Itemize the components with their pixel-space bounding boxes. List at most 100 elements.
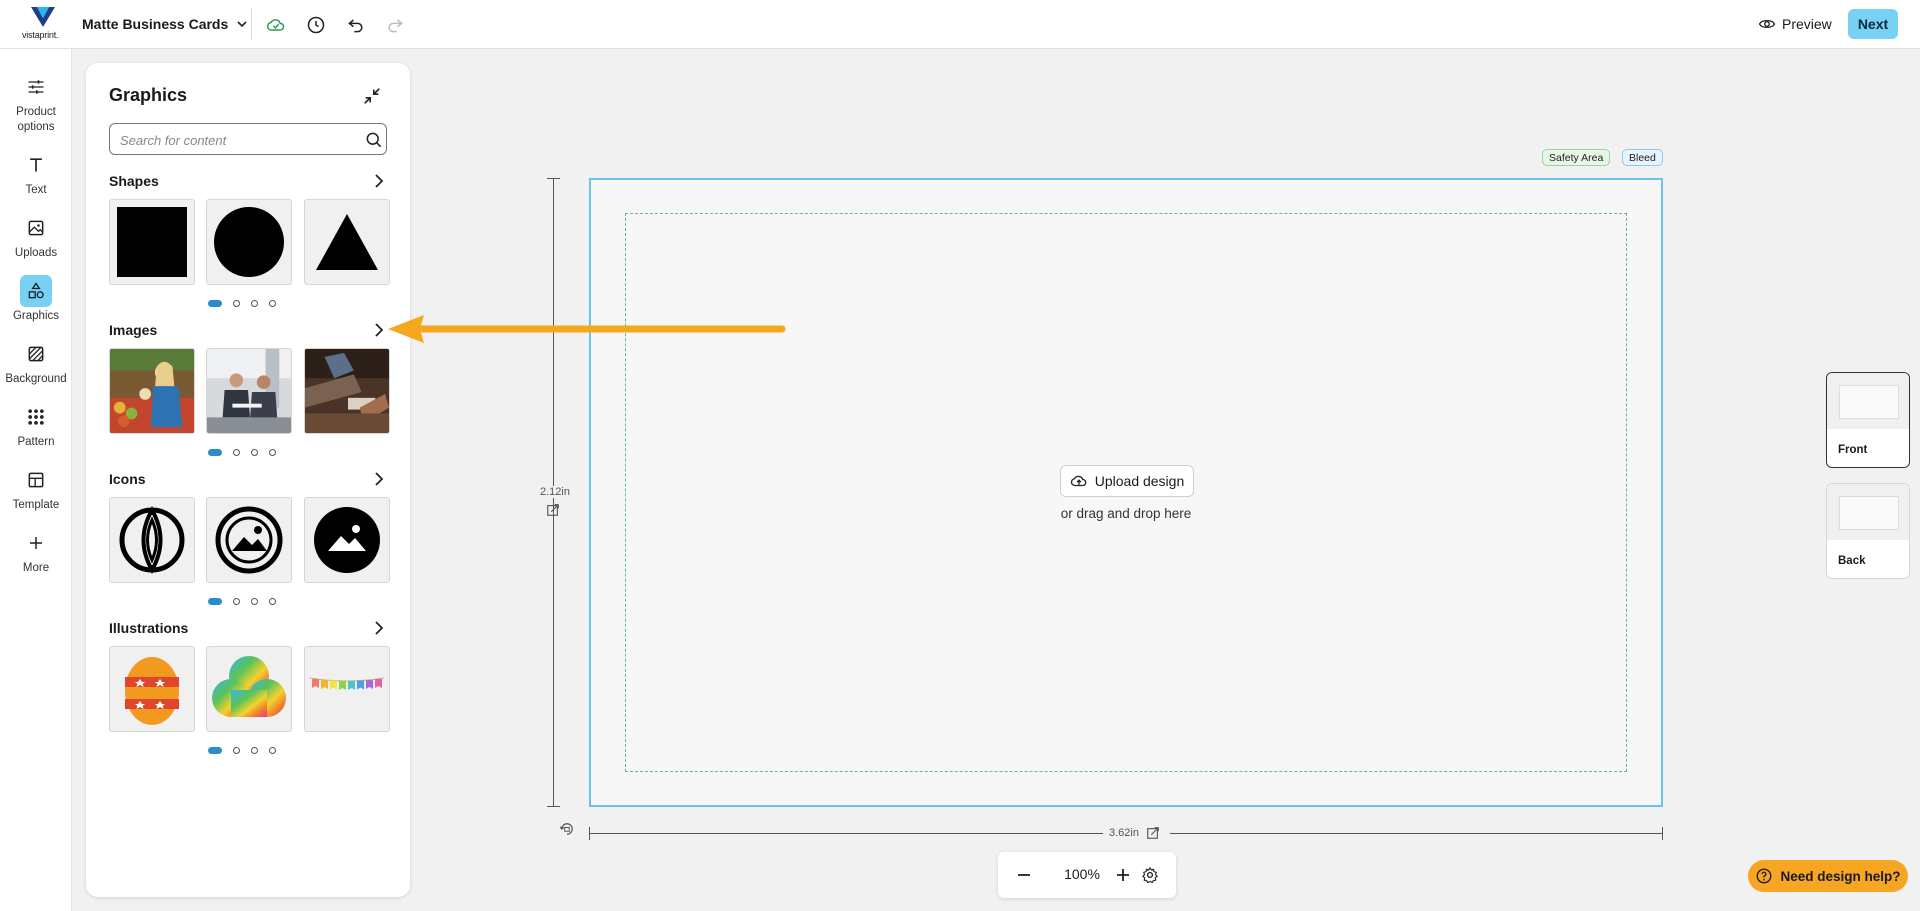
history-button[interactable]	[304, 13, 328, 37]
pager-dot[interactable]	[251, 449, 258, 456]
redo-button[interactable]	[383, 13, 407, 37]
pager-dot[interactable]	[251, 747, 258, 754]
plus-icon	[1117, 869, 1129, 881]
illustration-tile-bunting[interactable]	[304, 646, 390, 732]
pager-dot[interactable]	[208, 300, 222, 307]
search-input[interactable]	[120, 130, 350, 150]
clock-icon	[307, 16, 325, 34]
image-circle-outline-icon	[215, 506, 283, 574]
pager-dot[interactable]	[233, 598, 240, 605]
chevron-right-icon[interactable]	[371, 620, 387, 636]
shape-square-tile[interactable]	[109, 199, 195, 285]
image-upload-icon	[20, 212, 52, 244]
product-name: Matte Business Cards	[82, 16, 229, 32]
thumb-card	[1839, 496, 1899, 530]
edit-height-icon[interactable]	[546, 503, 560, 517]
rail-item-graphics[interactable]: Graphics	[0, 275, 72, 324]
workshop-photo-icon	[305, 349, 389, 433]
page-thumb-front[interactable]: Front	[1826, 372, 1910, 468]
shape-triangle-tile[interactable]	[304, 199, 390, 285]
image-tile-workshop[interactable]	[304, 348, 390, 434]
annotation-arrow-icon	[388, 315, 786, 343]
section-label: Shapes	[109, 173, 159, 189]
rail-item-background[interactable]: Background	[0, 338, 72, 387]
thumb-preview	[1827, 484, 1909, 540]
thumb-card	[1839, 385, 1899, 419]
rail-item-text[interactable]: Text	[0, 149, 72, 198]
rail-label: Background	[5, 373, 67, 385]
eye-icon	[1758, 19, 1776, 29]
chevron-right-icon[interactable]	[371, 471, 387, 487]
pager-dot[interactable]	[269, 449, 276, 456]
sliders-icon	[20, 71, 52, 103]
bleed-badge[interactable]: Bleed	[1622, 149, 1663, 166]
triangle-shape-icon	[316, 214, 378, 270]
illustration-tile-rainbow-cloud[interactable]	[206, 646, 292, 732]
rail-label: Uploads	[14, 247, 58, 259]
shape-circle-tile[interactable]	[206, 199, 292, 285]
zoom-level[interactable]: 100%	[1050, 866, 1114, 882]
zoom-settings-button[interactable]	[1139, 864, 1161, 886]
page-thumb-back[interactable]: Back	[1826, 483, 1910, 579]
safety-area-badge[interactable]: Safety Area	[1542, 149, 1611, 166]
square-shape-icon	[117, 207, 187, 277]
illustration-tile-easter-egg[interactable]	[109, 646, 195, 732]
width-ruler	[1170, 833, 1663, 834]
rail-item-uploads[interactable]: Uploads	[0, 212, 72, 261]
rail-label: Product options	[16, 106, 56, 133]
cloud-upload-icon	[1070, 475, 1087, 487]
pager-dot[interactable]	[233, 449, 240, 456]
section-label: Images	[109, 322, 158, 338]
rail-item-pattern[interactable]: Pattern	[0, 401, 72, 450]
grid-dots-icon	[20, 401, 52, 433]
rail-item-product-options[interactable]: Product options	[0, 71, 72, 135]
design-help-button[interactable]: Need design help?	[1748, 860, 1908, 892]
pager-dot[interactable]	[251, 300, 258, 307]
image-tile-grocery[interactable]	[109, 348, 195, 434]
rail-label: More	[22, 562, 50, 574]
top-bar: vistaprint. Matte Business Cards Preview…	[0, 0, 1920, 49]
search-box[interactable]	[109, 123, 387, 155]
zoom-in-button[interactable]	[1112, 864, 1134, 886]
rail-item-template[interactable]: Template	[0, 464, 72, 513]
pager-dot[interactable]	[269, 300, 276, 307]
icon-tile-abstract[interactable]	[109, 497, 195, 583]
abstract-lines-icon	[119, 505, 185, 575]
icon-tile-image-filled[interactable]	[304, 497, 390, 583]
cloud-saved-button[interactable]	[264, 13, 288, 37]
section-illustrations: Illustrations	[109, 619, 387, 639]
rotate-icon[interactable]	[558, 820, 576, 838]
shapes-icon	[20, 275, 52, 307]
circle-shape-icon	[214, 207, 284, 277]
image-tile-business-meeting[interactable]	[206, 348, 292, 434]
edit-width-icon[interactable]	[1146, 826, 1160, 840]
section-label: Illustrations	[109, 620, 189, 636]
pager-dot[interactable]	[233, 747, 240, 754]
undo-button[interactable]	[344, 13, 368, 37]
pager-dot[interactable]	[208, 449, 222, 456]
design-canvas[interactable]: Upload design or drag and drop here	[589, 178, 1663, 807]
drag-drop-hint: or drag and drop here	[1060, 506, 1192, 521]
pager-dot[interactable]	[208, 747, 222, 754]
product-selector[interactable]: Matte Business Cards	[82, 13, 248, 35]
ruler-cap	[1662, 827, 1663, 840]
preview-button[interactable]: Preview	[1758, 12, 1832, 36]
thumb-preview	[1827, 373, 1909, 429]
width-label: 3.62in	[1109, 827, 1139, 839]
search-icon[interactable]	[364, 130, 384, 150]
next-button[interactable]: Next	[1848, 9, 1898, 39]
pager-dot[interactable]	[269, 598, 276, 605]
ruler-cap	[589, 827, 590, 840]
rail-label: Template	[12, 499, 60, 511]
pager-dot[interactable]	[233, 300, 240, 307]
pager-dot[interactable]	[208, 598, 222, 605]
chevron-right-icon[interactable]	[371, 173, 387, 189]
zoom-out-button[interactable]	[1013, 864, 1035, 886]
upload-design-button[interactable]: Upload design	[1060, 465, 1194, 497]
icon-tile-image-outline[interactable]	[206, 497, 292, 583]
pager-dot[interactable]	[269, 747, 276, 754]
pager-dot[interactable]	[251, 598, 258, 605]
collapse-panel-button[interactable]	[361, 85, 383, 107]
vistaprint-logo[interactable]: vistaprint.	[20, 6, 66, 42]
rail-item-more[interactable]: More	[0, 527, 72, 576]
